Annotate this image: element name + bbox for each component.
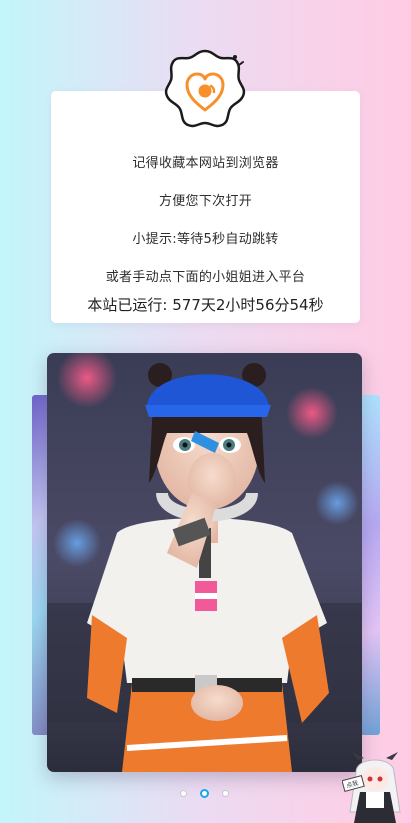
carousel-slide-main[interactable] (47, 353, 362, 772)
notice-line-manual: 或者手动点下面的小姐姐进入平台 (105, 270, 306, 285)
character-image (47, 353, 362, 772)
heart-bookmark-icon (164, 49, 246, 128)
carousel-pagination (180, 787, 232, 799)
carousel-dot-2[interactable] (200, 788, 209, 798)
notice-line-bookmark: 记得收藏本网站到浏览器 (132, 156, 279, 171)
runtime-value: 577天2小时56分54秒 (172, 296, 324, 314)
carousel-dot-1[interactable] (180, 789, 187, 797)
anime-mascot-icon[interactable]: 点我 (342, 752, 408, 823)
carousel-dot-3[interactable] (222, 789, 229, 797)
notice-line-open: 方便您下次打开 (158, 194, 253, 209)
site-runtime: 本站已运行: 577天2小时56分54秒 (51, 294, 360, 315)
notice-line-redirect-tip: 小提示:等待5秒自动跳转 (132, 232, 279, 247)
runtime-label: 本站已运行: (87, 296, 168, 314)
